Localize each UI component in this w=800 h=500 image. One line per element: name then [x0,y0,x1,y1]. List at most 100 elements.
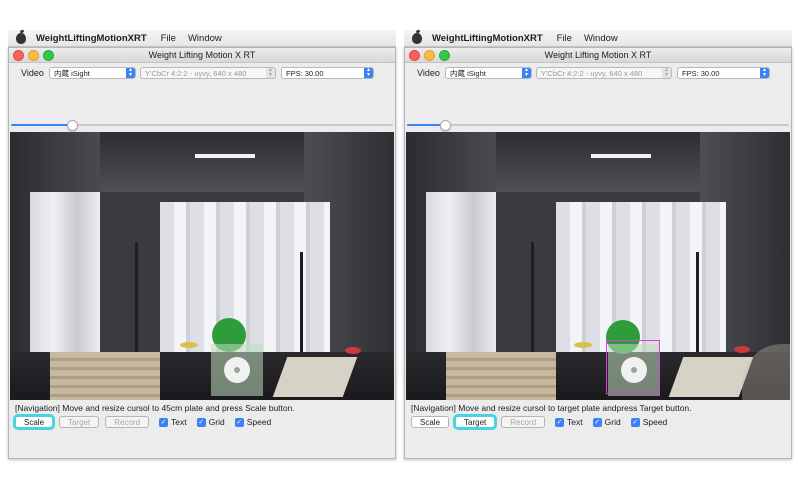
curtain-back [556,202,726,362]
speed-checkbox-label: Speed [642,417,668,427]
ceiling-light [195,154,255,158]
chevron-up-down-icon: ▴ ▾ [266,68,275,78]
apple-icon[interactable] [16,32,26,44]
zoom-window-button[interactable] [43,50,54,61]
rack-stand [696,252,699,362]
format-select[interactable]: Y'CbCr 4:2:2 - uyvy, 640 x 480 ▴ ▾ [140,67,276,79]
video-label: Video [417,68,440,78]
slider-knob[interactable] [440,120,452,131]
ceiling-area [70,132,340,192]
slider-knob[interactable] [67,120,79,131]
slider-track [407,124,789,126]
grid-checkbox-label: Grid [208,417,225,427]
traffic-lights [409,50,450,61]
text-checkbox-label: Text [567,417,583,427]
bottom-toolbar: Scale Target Record ✓ Text ✓ Grid ✓ Spee… [15,415,271,429]
text-checkbox-label: Text [171,417,187,427]
speed-checkbox[interactable]: ✓ Speed [630,417,668,427]
screenshot-target-step: WeightLiftingMotionXRT File Window Weigh… [404,0,792,470]
navigation-text: [Navigation] Move and resize cursol to t… [411,403,692,413]
video-controls: Video 内蔵 iSight ▴ ▾ Y'CbCr 4:2:2 - uyvy, … [19,67,389,81]
camera-select[interactable]: 内蔵 iSight ▴ ▾ [49,67,136,79]
chevron-up-down-icon: ▴ ▾ [760,68,769,78]
minimize-window-button[interactable] [28,50,39,61]
menu-file[interactable]: File [161,33,176,44]
rack-stand [300,252,303,362]
checkmark-icon: ✓ [234,417,244,427]
camera-select[interactable]: 内蔵 iSight ▴ ▾ [445,67,532,79]
chevron-up-down-icon: ▴ ▾ [522,68,531,78]
speed-checkbox-label: Speed [246,417,272,427]
red-plate [734,346,750,353]
curtain-left [30,192,100,367]
traffic-lights [13,50,54,61]
bottom-toolbar: Scale Target Record ✓ Text ✓ Grid ✓ Spee… [411,415,667,429]
slider-fill [11,124,73,126]
plate-marker [224,357,250,383]
target-button[interactable]: Target [59,416,100,428]
close-window-button[interactable] [13,50,24,61]
menu-window[interactable]: Window [584,33,618,44]
fps-select[interactable]: FPS: 30.00 ▴ ▾ [677,67,770,79]
minimize-window-button[interactable] [424,50,435,61]
format-select-value: Y'CbCr 4:2:2 - uyvy, 640 x 480 [145,69,247,78]
checkmark-icon: ✓ [159,417,169,427]
target-selection-box[interactable] [606,340,660,394]
text-checkbox[interactable]: ✓ Text [159,417,187,427]
fps-select-value: FPS: 30.00 [682,69,720,78]
format-select-value: Y'CbCr 4:2:2 - uyvy, 640 x 480 [541,69,643,78]
checkmark-icon: ✓ [555,417,565,427]
floor-mat [272,357,358,397]
menu-bar: WeightLiftingMotionXRT File Window [8,30,396,47]
scale-button[interactable]: Scale [411,416,450,428]
menu-file[interactable]: File [557,33,572,44]
chevron-up-down-icon: ▴ ▾ [662,68,671,78]
chevron-up-down-icon: ▴ ▾ [364,68,373,78]
app-window: Weight Lifting Motion X RT Video 内蔵 iSig… [8,47,396,459]
grid-checkbox[interactable]: ✓ Grid [592,417,621,427]
ceiling-area [466,132,736,192]
text-checkbox[interactable]: ✓ Text [555,417,583,427]
navigation-text: [Navigation] Move and resize cursol to 4… [15,403,295,413]
ceiling-light [591,154,651,158]
timeline-slider[interactable] [407,120,789,131]
close-window-button[interactable] [409,50,420,61]
format-select[interactable]: Y'CbCr 4:2:2 - uyvy, 640 x 480 ▴ ▾ [536,67,672,79]
scale-button[interactable]: Scale [15,416,54,428]
menu-bar: WeightLiftingMotionXRT File Window [404,30,792,47]
zoom-window-button[interactable] [439,50,450,61]
camera-select-value: 内蔵 iSight [450,69,486,78]
grid-checkbox[interactable]: ✓ Grid [196,417,225,427]
menu-window[interactable]: Window [188,33,222,44]
red-plate [345,347,361,354]
curtain-left [426,192,496,367]
checkmark-icon: ✓ [196,417,206,427]
chevron-up-down-icon: ▴ ▾ [126,68,135,78]
scale-cursor[interactable] [211,344,263,396]
menu-app-name[interactable]: WeightLiftingMotionXRT [432,33,543,44]
app-window: Weight Lifting Motion X RT Video 内蔵 iSig… [404,47,792,459]
timeline-slider[interactable] [11,120,393,131]
checkmark-icon: ✓ [592,417,602,427]
fps-select[interactable]: FPS: 30.00 ▴ ▾ [281,67,374,79]
title-bar[interactable]: Weight Lifting Motion X RT [405,48,791,63]
apple-icon[interactable] [412,32,422,44]
fps-select-value: FPS: 30.00 [286,69,324,78]
camera-preview[interactable] [406,132,790,400]
title-bar[interactable]: Weight Lifting Motion X RT [9,48,395,63]
window-title: Weight Lifting Motion X RT [544,50,652,60]
menu-app-name[interactable]: WeightLiftingMotionXRT [36,33,147,44]
camera-preview[interactable] [10,132,394,400]
screenshot-scale-step: WeightLiftingMotionXRT File Window Weigh… [8,0,396,470]
yellow-plate [180,342,198,348]
checkmark-icon: ✓ [630,417,640,427]
target-button[interactable]: Target [455,416,496,428]
video-label: Video [21,68,44,78]
record-button[interactable]: Record [105,416,150,428]
wooden-blocks [50,352,160,400]
record-button[interactable]: Record [501,416,546,428]
wooden-blocks [446,352,556,400]
camera-select-value: 内蔵 iSight [54,69,90,78]
video-controls: Video 内蔵 iSight ▴ ▾ Y'CbCr 4:2:2 - uyvy, … [415,67,785,81]
speed-checkbox[interactable]: ✓ Speed [234,417,272,427]
